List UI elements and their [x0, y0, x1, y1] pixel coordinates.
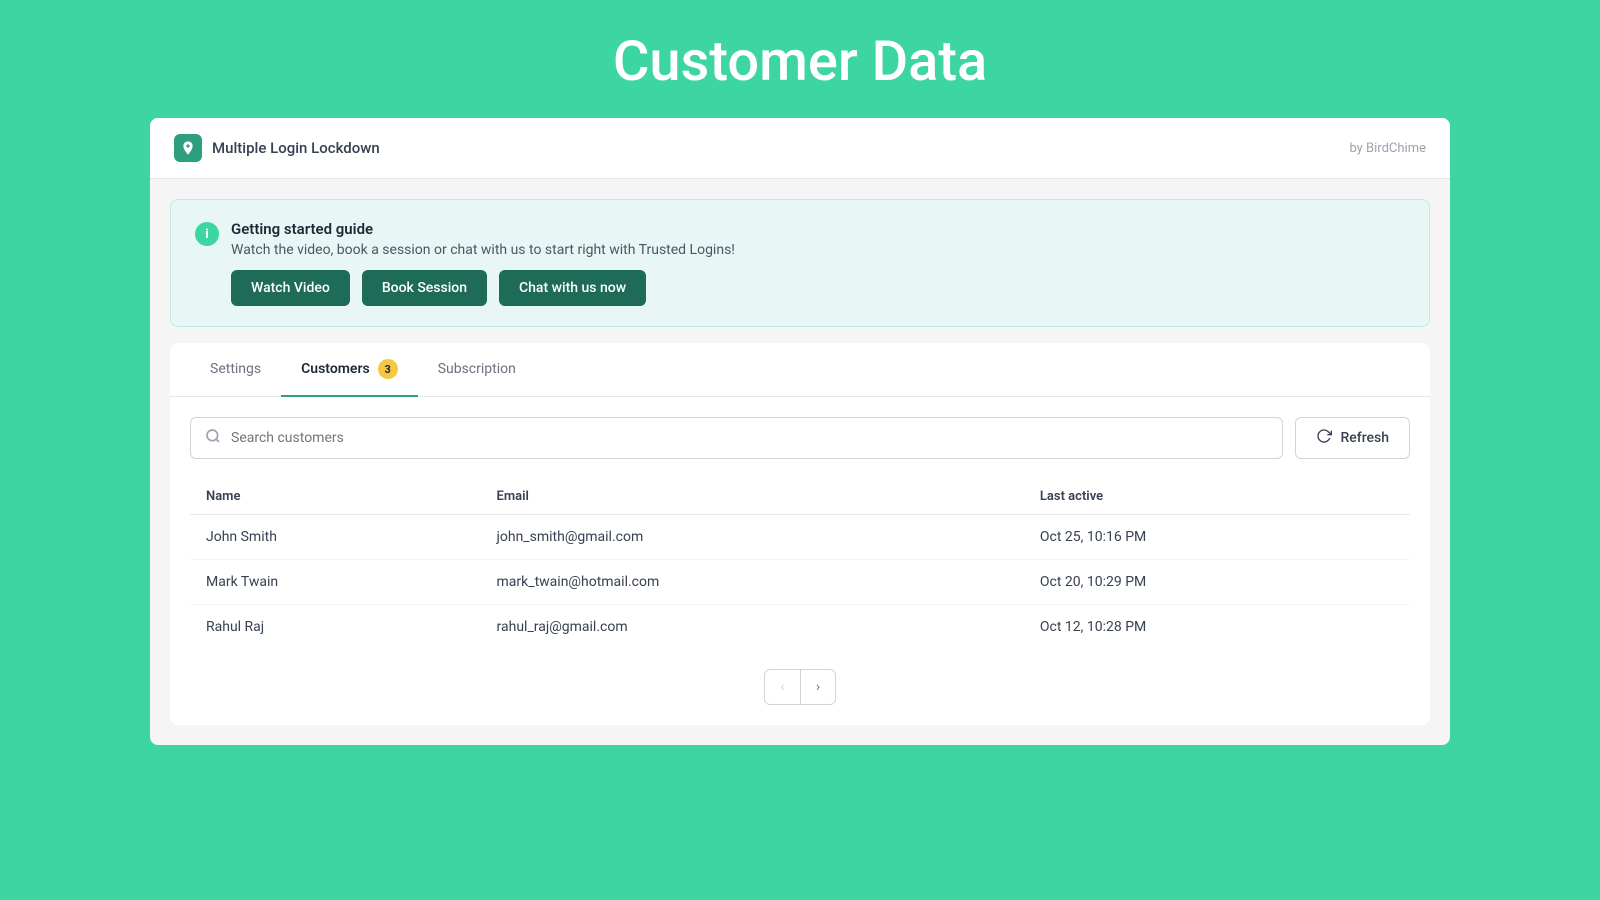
table-row: John Smithjohn_smith@gmail.comOct 25, 10… — [190, 515, 1410, 560]
tab-customers-badge: 3 — [378, 359, 398, 379]
cell-last-active: Oct 20, 10:29 PM — [1024, 560, 1410, 605]
banner-header: i Getting started guide Watch the video,… — [195, 220, 1405, 258]
info-icon: i — [195, 222, 219, 246]
table-row: Mark Twainmark_twain@hotmail.comOct 20, … — [190, 560, 1410, 605]
tab-subscription[interactable]: Subscription — [418, 343, 536, 397]
refresh-icon — [1316, 428, 1332, 448]
tabs-panel: Settings Customers 3 Subscription — [170, 343, 1430, 725]
pagination-row: ‹ › — [190, 669, 1410, 705]
cell-name: Rahul Raj — [190, 605, 481, 650]
content-area: i Getting started guide Watch the video,… — [150, 179, 1450, 745]
main-container: Multiple Login Lockdown by BirdChime i G… — [150, 118, 1450, 745]
cell-email: rahul_raj@gmail.com — [481, 605, 1024, 650]
col-email: Email — [481, 479, 1024, 515]
search-refresh-row: Refresh — [190, 417, 1410, 459]
book-session-button[interactable]: Book Session — [362, 270, 487, 306]
tab-customers-label: Customers — [301, 361, 370, 377]
tab-customers[interactable]: Customers 3 — [281, 343, 418, 397]
app-logo-icon — [174, 134, 202, 162]
cell-name: Mark Twain — [190, 560, 481, 605]
col-last-active: Last active — [1024, 479, 1410, 515]
cell-email: john_smith@gmail.com — [481, 515, 1024, 560]
search-icon — [205, 428, 221, 448]
getting-started-banner: i Getting started guide Watch the video,… — [170, 199, 1430, 327]
col-name: Name — [190, 479, 481, 515]
search-box — [190, 417, 1283, 459]
chat-button[interactable]: Chat with us now — [499, 270, 646, 306]
refresh-label: Refresh — [1340, 430, 1389, 446]
pagination-prev-button[interactable]: ‹ — [764, 669, 800, 705]
search-input[interactable] — [231, 430, 1268, 446]
banner-actions: Watch Video Book Session Chat with us no… — [195, 270, 1405, 306]
tabs-content: Refresh Name Email Last active John Smit… — [170, 397, 1430, 725]
cell-name: John Smith — [190, 515, 481, 560]
page-title: Customer Data — [0, 0, 1600, 118]
banner-title: Getting started guide — [231, 220, 735, 238]
cell-last-active: Oct 25, 10:16 PM — [1024, 515, 1410, 560]
app-name: Multiple Login Lockdown — [212, 139, 380, 157]
customers-table: Name Email Last active John Smithjohn_sm… — [190, 479, 1410, 649]
watch-video-button[interactable]: Watch Video — [231, 270, 350, 306]
tab-subscription-label: Subscription — [438, 361, 516, 377]
pagination-next-button[interactable]: › — [800, 669, 836, 705]
app-header-left: Multiple Login Lockdown — [174, 134, 380, 162]
tab-settings[interactable]: Settings — [190, 343, 281, 397]
banner-subtitle: Watch the video, book a session or chat … — [231, 242, 735, 258]
refresh-button[interactable]: Refresh — [1295, 417, 1410, 459]
table-header-row: Name Email Last active — [190, 479, 1410, 515]
app-brand: by BirdChime — [1349, 141, 1426, 156]
cell-last-active: Oct 12, 10:28 PM — [1024, 605, 1410, 650]
table-row: Rahul Rajrahul_raj@gmail.comOct 12, 10:2… — [190, 605, 1410, 650]
cell-email: mark_twain@hotmail.com — [481, 560, 1024, 605]
tabs-header: Settings Customers 3 Subscription — [170, 343, 1430, 397]
tab-settings-label: Settings — [210, 361, 261, 377]
app-header: Multiple Login Lockdown by BirdChime — [150, 118, 1450, 179]
banner-text-block: Getting started guide Watch the video, b… — [231, 220, 735, 258]
